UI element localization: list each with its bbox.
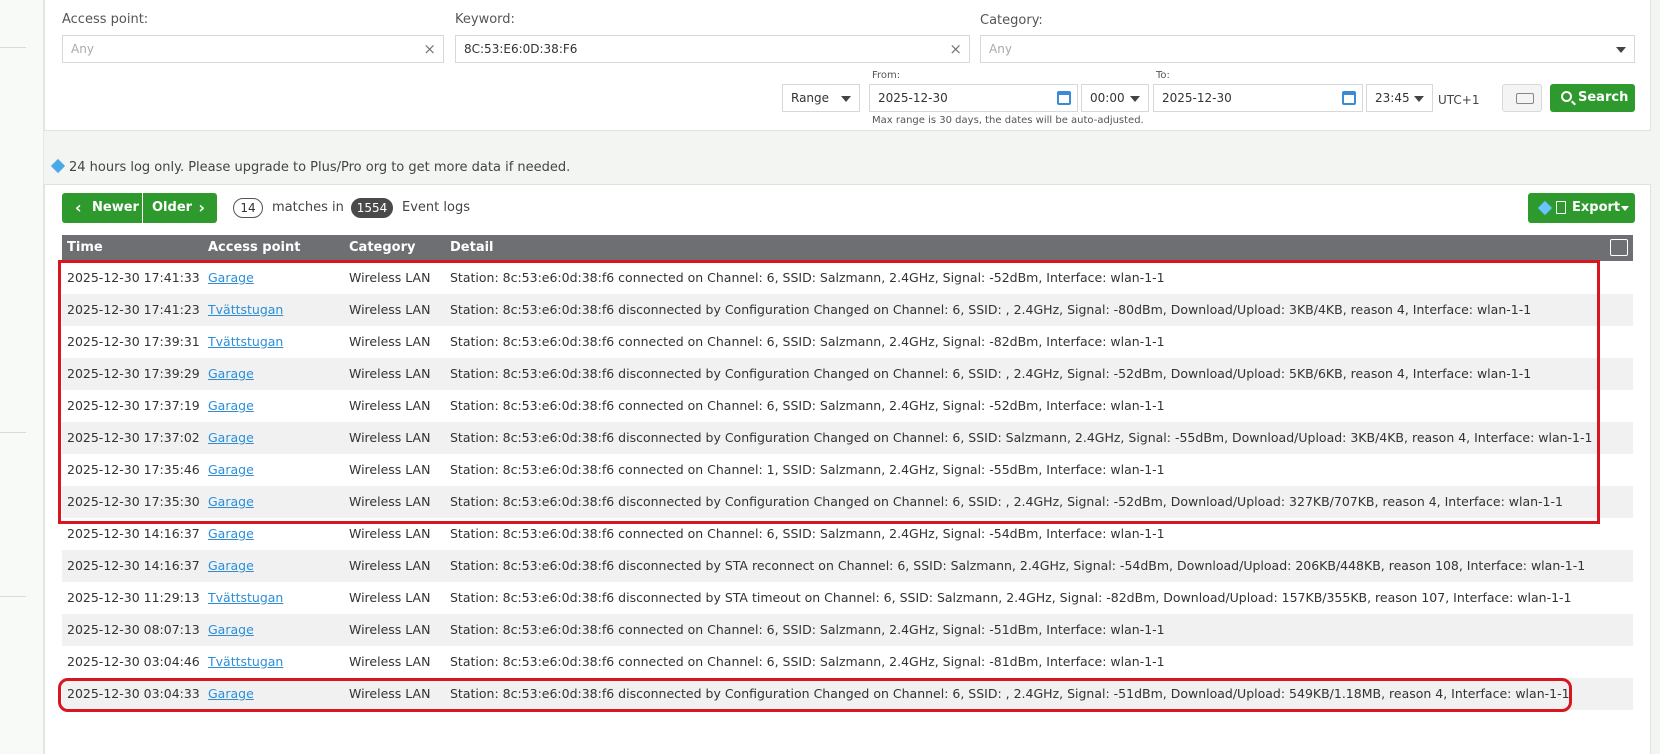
category-select[interactable]: Any xyxy=(980,35,1635,63)
cell-time: 2025-12-30 08:07:13 xyxy=(67,622,200,637)
diamond-icon xyxy=(1537,200,1553,216)
cell-category: Wireless LAN xyxy=(349,654,431,669)
range-hint: Max range is 30 days, the dates will be … xyxy=(872,115,1144,126)
range-mode-select[interactable]: Range xyxy=(782,84,860,112)
access-point-placeholder: Any xyxy=(71,42,94,56)
backspace-icon xyxy=(1516,93,1534,104)
clear-icon[interactable]: × xyxy=(423,36,436,62)
upgrade-notice: 24 hours log only. Please upgrade to Plu… xyxy=(50,158,571,175)
column-header-detail[interactable]: Detail xyxy=(450,240,494,255)
highlight-box xyxy=(58,260,1600,524)
rail-divider xyxy=(0,432,26,433)
from-time-value: 00:00 xyxy=(1090,91,1125,105)
column-header-category[interactable]: Category xyxy=(349,240,415,255)
cell-time: 2025-12-30 03:04:46 xyxy=(67,654,200,669)
category-label: Category: xyxy=(980,13,1043,28)
rail-divider xyxy=(0,596,26,597)
file-icon xyxy=(1556,201,1566,214)
highlight-box xyxy=(58,678,1572,712)
access-point-link[interactable]: Garage xyxy=(208,622,254,637)
newer-label: Newer xyxy=(92,200,139,215)
calendar-icon[interactable] xyxy=(1342,91,1356,105)
keyword-value: 8C:53:E6:0D:38:F6 xyxy=(464,42,578,56)
timezone-label: UTC+1 xyxy=(1438,93,1480,107)
cell-detail: Station: 8c:53:e6:0d:38:f6 disconnected … xyxy=(450,590,1572,605)
matches-in-label: matches in xyxy=(272,200,344,215)
cell-category: Wireless LAN xyxy=(349,622,431,637)
cell-category: Wireless LAN xyxy=(349,590,431,605)
cell-category: Wireless LAN xyxy=(349,526,431,541)
cell-category: Wireless LAN xyxy=(349,558,431,573)
from-label: From: xyxy=(872,70,901,81)
clear-filters-button[interactable] xyxy=(1502,84,1542,112)
to-label: To: xyxy=(1156,70,1170,81)
to-time-select[interactable]: 23:45 xyxy=(1366,84,1433,112)
chevron-down-icon xyxy=(841,96,851,102)
cell-detail: Station: 8c:53:e6:0d:38:f6 connected on … xyxy=(450,526,1165,541)
access-point-select[interactable]: Any × xyxy=(62,35,444,63)
export-button[interactable]: Export xyxy=(1528,193,1635,223)
table-row: 2025-12-30 11:29:13 Tvättstugan Wireless L… xyxy=(62,582,1633,614)
table-header: Time Access point Category Detail xyxy=(62,235,1633,261)
category-placeholder: Any xyxy=(989,42,1012,56)
to-date-input[interactable]: 2025-12-30 xyxy=(1153,84,1363,112)
diamond-icon xyxy=(50,158,66,174)
cell-detail: Station: 8c:53:e6:0d:38:f6 connected on … xyxy=(450,654,1165,669)
total-count-badge: 1554 xyxy=(351,198,393,218)
chevron-down-icon xyxy=(1130,96,1140,102)
older-label: Older xyxy=(152,200,193,215)
cell-time: 2025-12-30 14:16:37 xyxy=(67,558,200,573)
search-button-label: Search xyxy=(1578,90,1629,105)
table-row: 2025-12-30 03:04:46 Tvättstugan Wireless L… xyxy=(62,646,1633,678)
chevron-left-icon: ‹ xyxy=(75,198,82,217)
chevron-down-icon xyxy=(1414,96,1424,102)
from-time-select[interactable]: 00:00 xyxy=(1081,84,1149,112)
calendar-icon[interactable] xyxy=(1057,91,1071,105)
cell-time: 2025-12-30 14:16:37 xyxy=(67,526,200,541)
keyword-input[interactable]: 8C:53:E6:0D:38:F6 × xyxy=(455,35,970,63)
cell-detail: Station: 8c:53:e6:0d:38:f6 connected on … xyxy=(450,622,1165,637)
keyword-label: Keyword: xyxy=(455,12,515,27)
search-icon xyxy=(1561,91,1572,102)
access-point-link[interactable]: Garage xyxy=(208,558,254,573)
clear-icon[interactable]: × xyxy=(949,36,962,62)
rail-divider xyxy=(0,47,26,48)
export-label: Export xyxy=(1572,200,1621,215)
event-logs-label: Event logs xyxy=(402,200,470,215)
from-date-input[interactable]: 2025-12-30 xyxy=(869,84,1078,112)
cell-detail: Station: 8c:53:e6:0d:38:f6 disconnected … xyxy=(450,558,1586,573)
older-button[interactable]: Older › xyxy=(143,193,217,223)
chevron-down-icon xyxy=(1616,47,1626,53)
left-rail xyxy=(0,0,44,754)
table-row: 2025-12-30 14:16:37 Garage Wireless LAN Sta… xyxy=(62,550,1633,582)
to-time-value: 23:45 xyxy=(1375,91,1410,105)
upgrade-notice-text: 24 hours log only. Please upgrade to Plu… xyxy=(69,160,571,175)
range-mode-value: Range xyxy=(791,91,830,105)
access-point-link[interactable]: Garage xyxy=(208,526,254,541)
chevron-down-icon xyxy=(1621,206,1629,211)
newer-button[interactable]: ‹ Newer xyxy=(62,193,142,223)
search-button[interactable]: Search xyxy=(1550,84,1635,112)
cell-time: 2025-12-30 11:29:13 xyxy=(67,590,200,605)
access-point-link[interactable]: Tvättstugan xyxy=(208,654,283,669)
from-date-value: 2025-12-30 xyxy=(878,91,948,105)
to-date-value: 2025-12-30 xyxy=(1162,91,1232,105)
column-settings-icon[interactable] xyxy=(1610,239,1628,256)
table-row: 2025-12-30 08:07:13 Garage Wireless LAN Sta… xyxy=(62,614,1633,646)
match-count-badge: 14 xyxy=(233,198,263,218)
column-header-time[interactable]: Time xyxy=(67,240,103,255)
access-point-link[interactable]: Tvättstugan xyxy=(208,590,283,605)
access-point-label: Access point: xyxy=(62,12,149,27)
chevron-right-icon: › xyxy=(198,198,205,217)
column-header-access-point[interactable]: Access point xyxy=(208,240,300,255)
